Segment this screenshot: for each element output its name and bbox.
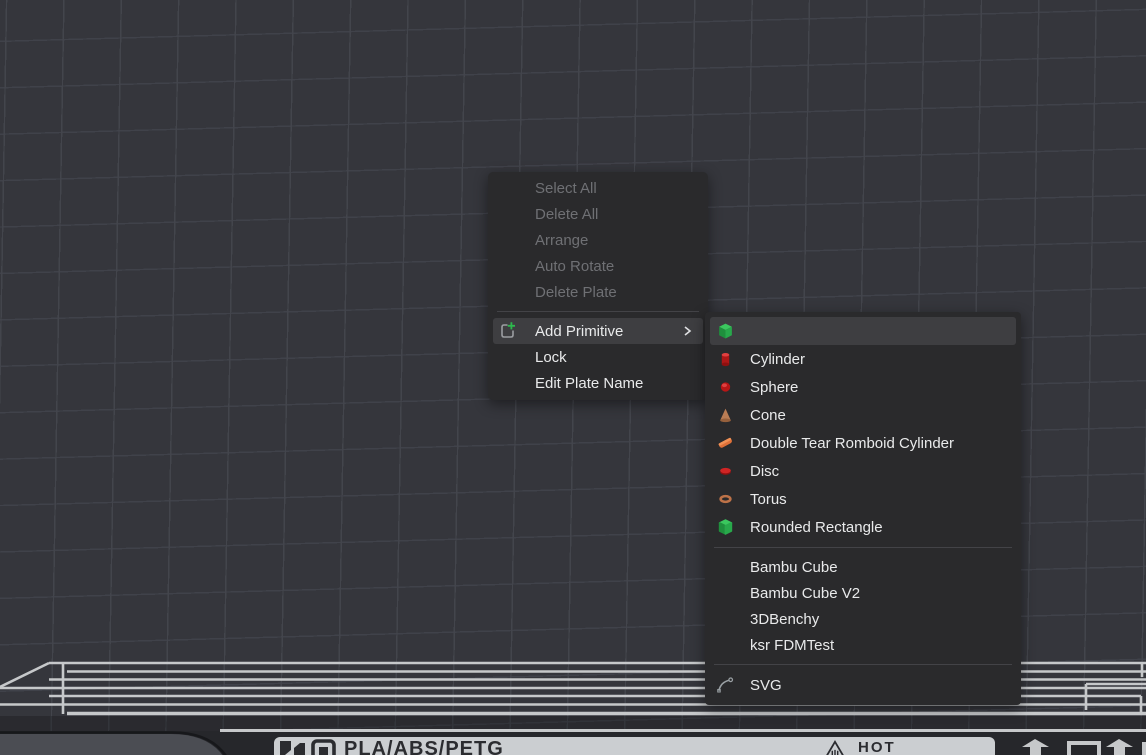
menu-item-auto-rotate: Auto Rotate xyxy=(488,253,708,279)
hot-warning-icon xyxy=(823,740,847,755)
add-primitive-icon xyxy=(497,321,517,341)
cone-icon xyxy=(717,407,734,424)
menu-item-label: Edit Plate Name xyxy=(535,375,643,392)
submenu-item-cylinder[interactable]: Cylinder xyxy=(705,345,1021,373)
add-primitive-submenu: Cube Cylinder Sphere Cone xyxy=(705,312,1021,705)
submenu-item-label: Sphere xyxy=(750,379,798,396)
menu-separator xyxy=(497,311,699,312)
cube-icon xyxy=(717,323,734,340)
menu-item-label: Add Primitive xyxy=(535,323,623,340)
submenu-item-label: Bambu Cube V2 xyxy=(750,585,860,602)
menu-item-lock[interactable]: Lock xyxy=(488,344,708,370)
submenu-item-label: Rounded Rectangle xyxy=(750,519,883,536)
menu-item-add-primitive[interactable]: Add Primitive xyxy=(488,318,708,344)
cylinder-icon xyxy=(717,351,734,368)
chevron-right-icon xyxy=(680,324,694,338)
submenu-item-disc[interactable]: Disc xyxy=(705,457,1021,485)
submenu-item-svg[interactable]: SVG xyxy=(705,671,1021,699)
torus-icon xyxy=(717,491,734,508)
svg-curve-icon xyxy=(717,677,734,694)
plate-surface-label: PLA/ABS/PETG xyxy=(344,738,504,755)
submenu-separator xyxy=(714,664,1012,665)
build-plate-label-strip: PLA/ABS/PETG HOT xyxy=(274,737,995,755)
menu-item-label: Auto Rotate xyxy=(535,258,614,275)
submenu-item-label: Cone xyxy=(750,407,786,424)
submenu-item-label: Cylinder xyxy=(750,351,805,368)
submenu-item-cone[interactable]: Cone xyxy=(705,401,1021,429)
submenu-item-label: Torus xyxy=(750,491,787,508)
hot-warning-label: HOT xyxy=(858,739,896,755)
submenu-item-label: ksr FDMTest xyxy=(750,637,834,654)
menu-item-label: Delete Plate xyxy=(535,284,617,301)
plate-corner-marks xyxy=(1022,739,1146,755)
submenu-item-label: SVG xyxy=(750,677,782,694)
submenu-item-bambu-cube[interactable]: Bambu Cube xyxy=(705,554,1021,580)
menu-item-label: Lock xyxy=(535,349,567,366)
menu-item-label: Select All xyxy=(535,180,597,197)
submenu-item-label: 3DBenchy xyxy=(750,611,819,628)
plate-context-menu: Select All Delete All Arrange Auto Rotat… xyxy=(488,172,708,400)
submenu-item-sphere[interactable]: Sphere xyxy=(705,373,1021,401)
submenu-item-label: Disc xyxy=(750,463,779,480)
menu-item-arrange: Arrange xyxy=(488,227,708,253)
disc-icon xyxy=(717,463,734,480)
submenu-item-rounded-rectangle[interactable]: Rounded Rectangle xyxy=(705,513,1021,541)
submenu-item-ksr-fdmtest[interactable]: ksr FDMTest xyxy=(705,632,1021,658)
bambu-lab-logo xyxy=(279,739,337,755)
menu-item-label: Delete All xyxy=(535,206,598,223)
menu-item-select-all: Select All xyxy=(488,175,708,201)
sphere-icon xyxy=(717,379,734,396)
rounded-rectangle-icon xyxy=(717,519,734,536)
menu-item-label: Arrange xyxy=(535,232,588,249)
submenu-item-bambu-cube-v2[interactable]: Bambu Cube V2 xyxy=(705,580,1021,606)
submenu-item-label: Double Tear Romboid Cylinder xyxy=(750,435,954,452)
submenu-item-cube[interactable]: Cube xyxy=(705,317,1021,345)
menu-item-delete-all: Delete All xyxy=(488,201,708,227)
slicer-3d-viewport: PLA/ABS/PETG HOT Select All Delete All A… xyxy=(0,0,1146,755)
submenu-item-label: Cube xyxy=(750,323,786,340)
submenu-separator xyxy=(714,547,1012,548)
submenu-item-label: Bambu Cube xyxy=(750,559,838,576)
submenu-item-3dbenchy[interactable]: 3DBenchy xyxy=(705,606,1021,632)
submenu-item-double-tear-romboid-cylinder[interactable]: Double Tear Romboid Cylinder xyxy=(705,429,1021,457)
submenu-item-torus[interactable]: Torus xyxy=(705,485,1021,513)
menu-item-edit-plate-name[interactable]: Edit Plate Name xyxy=(488,370,708,396)
menu-item-delete-plate: Delete Plate xyxy=(488,279,708,305)
double-tear-romboid-cylinder-icon xyxy=(717,435,734,452)
